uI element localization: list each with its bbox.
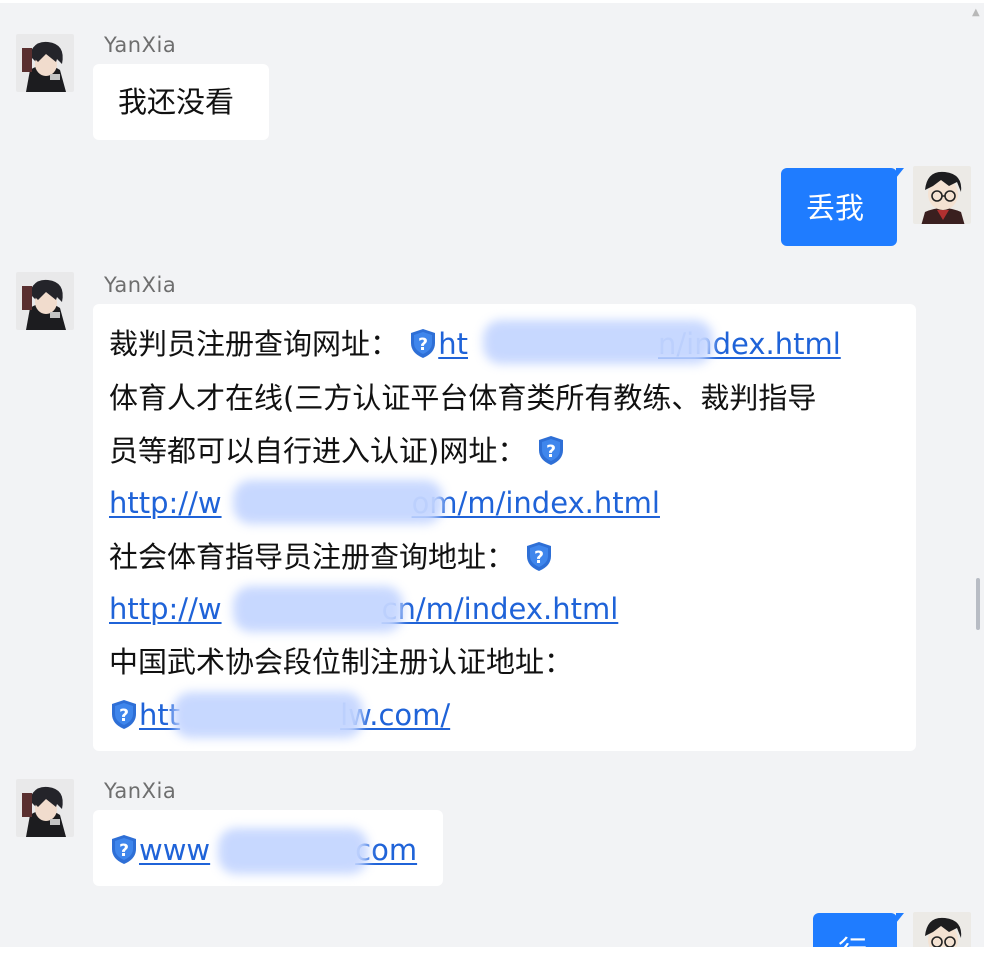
redaction-blur — [483, 320, 713, 364]
avatar-self[interactable] — [913, 166, 971, 224]
security-shield-icon: ? — [109, 698, 139, 730]
redaction-blur — [218, 828, 368, 874]
security-shield-icon: ? — [536, 434, 566, 466]
avatar-image — [16, 272, 74, 330]
security-shield-icon: ? — [524, 540, 554, 572]
line-text: 员等都可以自行进入认证)网址： — [109, 434, 527, 468]
line-text: 裁判员注册查询网址： — [109, 327, 400, 361]
security-shield-icon: ? — [408, 327, 438, 359]
message-text: 丢我 — [806, 191, 865, 225]
bubble-tail — [896, 913, 904, 923]
avatar-yanxia[interactable] — [16, 779, 74, 837]
message-bubble-incoming[interactable]: 我还没看 — [93, 64, 269, 140]
avatar-yanxia[interactable] — [16, 34, 74, 92]
avatar-image — [16, 779, 74, 837]
bottom-divider — [0, 947, 984, 957]
svg-text:?: ? — [418, 335, 428, 355]
message-line: 员等都可以自行进入认证)网址： ? — [109, 433, 566, 469]
scrollbar-thumb[interactable] — [976, 578, 980, 630]
svg-text:?: ? — [546, 442, 556, 462]
message-line: 体育人才在线(三方认证平台体育类所有教练、裁判指导 — [109, 381, 817, 415]
security-shield-icon: ? — [109, 833, 139, 865]
message-line: 中国武术协会段位制注册认证地址： — [109, 645, 574, 679]
redaction-blur — [173, 692, 363, 738]
svg-text:?: ? — [534, 548, 544, 568]
sender-name: YanXia — [104, 273, 177, 297]
message-bubble-incoming[interactable]: ? www com — [93, 810, 443, 886]
bubble-tail — [896, 168, 904, 178]
redaction-blur — [233, 586, 403, 632]
avatar-image — [16, 34, 74, 92]
svg-text:?: ? — [119, 706, 129, 726]
svg-text:?: ? — [119, 841, 129, 861]
message-line: 裁判员注册查询网址： ? ht n/index.html — [109, 326, 841, 362]
redaction-blur — [233, 480, 443, 524]
chat-window[interactable]: ▲ YanXia 我还没看 丢我 YanXia 裁判员注册查询网址： ? ht … — [0, 0, 984, 957]
message-bubble-incoming[interactable]: 裁判员注册查询网址： ? ht n/index.html 体育人才在线(三方认证平… — [93, 304, 916, 751]
message-text: 我还没看 — [118, 85, 235, 119]
sender-name: YanXia — [104, 33, 177, 57]
message-line: 社会体育指导员注册查询地址： ? — [109, 539, 554, 575]
avatar-yanxia[interactable] — [16, 272, 74, 330]
message-bubble-outgoing[interactable]: 丢我 — [781, 168, 897, 246]
scroll-up-icon[interactable]: ▲ — [972, 8, 980, 18]
top-divider — [0, 0, 984, 3]
line-text: 社会体育指导员注册查询地址： — [109, 540, 516, 574]
sender-name: YanXia — [104, 779, 177, 803]
avatar-image — [913, 166, 971, 224]
